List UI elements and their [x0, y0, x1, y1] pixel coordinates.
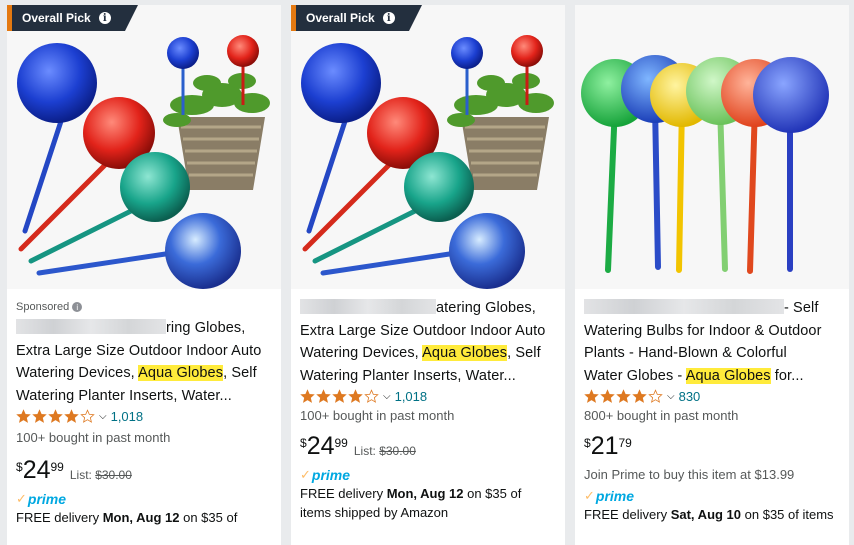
review-count[interactable]: 830: [679, 389, 701, 404]
info-icon[interactable]: i: [382, 12, 395, 24]
chevron-down-icon[interactable]: ⌵: [667, 391, 675, 402]
product-title[interactable]: ring Globes, Extra Large Size Outdoor In…: [16, 317, 275, 407]
redacted-text: [584, 299, 784, 314]
star-icon: [32, 409, 47, 424]
delivery-info: FREE delivery Mon, Aug 12 on $35 of: [16, 510, 238, 526]
star-icon: [648, 389, 663, 404]
product-image-3[interactable]: [575, 5, 849, 289]
delivery-info: FREE delivery Sat, Aug 10 on $35 of item…: [584, 507, 834, 523]
prime-logo: ✓ prime: [300, 467, 351, 484]
review-count[interactable]: 1,018: [395, 389, 428, 404]
search-highlight: Aqua Globes: [422, 345, 508, 362]
star-icon: [332, 389, 347, 404]
chevron-down-icon[interactable]: ⌵: [99, 411, 107, 422]
bought-count: 100+ bought in past month: [16, 430, 171, 446]
overall-pick-badge: Overall Pick i: [291, 5, 422, 31]
chevron-down-icon[interactable]: ⌵: [383, 391, 391, 402]
search-highlight: Aqua Globes: [685, 367, 771, 384]
aqua-globes-image: [581, 55, 829, 274]
list-price: List: $30.00: [69, 468, 132, 483]
star-icon: [300, 389, 315, 404]
price[interactable]: $24 99 List: $30.00: [300, 433, 559, 459]
star-icon: [364, 389, 379, 404]
delivery-info: FREE delivery Mon, Aug 12 on $35 of items…: [300, 486, 522, 521]
aqua-globes-image: [301, 35, 554, 289]
product-title[interactable]: atering Globes, Extra Large Size Outdoor…: [300, 297, 559, 387]
star-icon: [64, 409, 79, 424]
bought-count: 100+ bought in past month: [300, 408, 455, 424]
price[interactable]: $24 99 List: $30.00: [16, 457, 275, 483]
star-rating[interactable]: [16, 409, 96, 424]
star-icon: [600, 389, 615, 404]
redacted-text: [16, 319, 166, 334]
check-icon: ✓: [16, 491, 27, 507]
sponsored-label[interactable]: Sponsored i: [16, 301, 275, 313]
rating-row[interactable]: ⌵ 1,018: [16, 409, 275, 424]
star-rating[interactable]: [584, 389, 664, 404]
star-icon: [632, 389, 647, 404]
aqua-globes-image: [17, 35, 270, 289]
product-image-1[interactable]: [7, 5, 281, 289]
rating-row[interactable]: ⌵ 1,018: [300, 389, 559, 404]
list-price: List: $30.00: [353, 444, 416, 459]
bought-count: 800+ bought in past month: [584, 408, 739, 424]
info-icon[interactable]: i: [98, 12, 111, 24]
prime-logo: ✓ prime: [16, 491, 67, 508]
star-icon: [48, 409, 63, 424]
check-icon: ✓: [584, 488, 595, 504]
redacted-text: [300, 299, 436, 314]
price[interactable]: $21 79: [584, 433, 843, 459]
product-card-3[interactable]: - Self Watering Bulbs for Indoor & Outdo…: [575, 5, 849, 545]
search-highlight: Aqua Globes: [138, 365, 224, 382]
star-icon: [16, 409, 31, 424]
badge-label: Overall Pick: [22, 11, 91, 25]
join-prime-offer[interactable]: Join Prime to buy this item at $13.99: [584, 467, 843, 482]
product-card-1[interactable]: Overall Pick i Sponsored i ring Globes, Ex…: [7, 5, 281, 545]
star-icon: [80, 409, 95, 424]
check-icon: ✓: [300, 467, 311, 483]
rating-row[interactable]: ⌵ 830: [584, 389, 843, 404]
star-rating[interactable]: [300, 389, 380, 404]
star-icon: [316, 389, 331, 404]
review-count[interactable]: 1,018: [111, 409, 144, 424]
badge-label: Overall Pick: [306, 11, 375, 25]
product-image-2[interactable]: [291, 5, 565, 289]
product-card-2[interactable]: Overall Pick i atering Globes, Extra Larg…: [291, 5, 565, 545]
overall-pick-badge: Overall Pick i: [7, 5, 138, 31]
product-title[interactable]: - Self Watering Bulbs for Indoor & Outdo…: [584, 297, 843, 387]
star-icon: [348, 389, 363, 404]
star-icon: [584, 389, 599, 404]
star-icon: [616, 389, 631, 404]
info-icon[interactable]: i: [72, 302, 83, 312]
prime-logo: ✓ prime: [584, 488, 635, 505]
